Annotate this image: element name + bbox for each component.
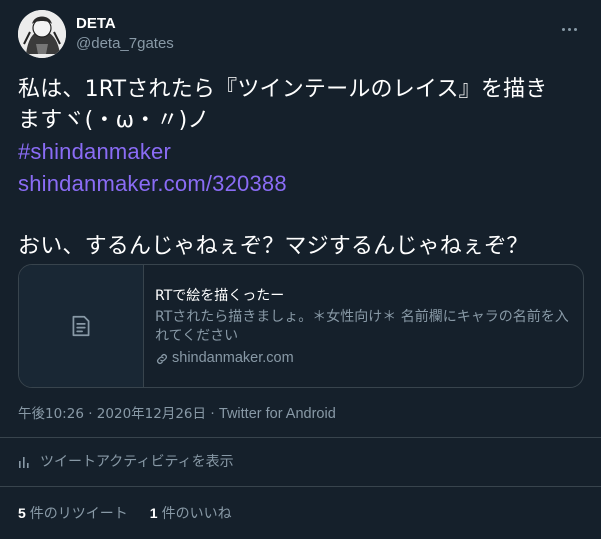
tweet-meta: 午後10:26 · 2020年12月26日 · Twitter for Andr…: [18, 404, 336, 424]
separator-dot: ·: [88, 406, 93, 422]
tweet-stats: 5 件のリツイート 1 件のいいね: [18, 503, 232, 524]
more-options-icon[interactable]: [560, 16, 582, 31]
divider: [0, 437, 601, 438]
tweet-text-line: ますヾ(・ω・〃)ノ: [18, 108, 210, 133]
avatar[interactable]: [18, 10, 66, 58]
analytics-icon: [19, 457, 29, 468]
hashtag-link[interactable]: #shindanmaker: [18, 139, 171, 164]
tweet-text-line: おい、するんじゃねぇぞ？マジするんじゃねぇぞ？: [18, 234, 529, 259]
author-display-name[interactable]: DETA: [76, 14, 174, 33]
tweet-time[interactable]: 午後10:26: [18, 406, 84, 422]
link-card[interactable]: RTで絵を描くったー RTされたら描きましょ。＊女性向け＊ 名前欄にキャラの名前…: [18, 264, 584, 388]
tweet-text: 私は、1RTされたら『ツインテールのレイス』を描き ますヾ(・ω・〃)ノ #sh…: [18, 74, 588, 262]
retweets-count: 5: [18, 505, 26, 521]
likes-label: 件のいいね: [161, 506, 232, 522]
tweet-activity-label: ツイートアクティビティを表示: [40, 454, 234, 470]
likes-count: 1: [149, 505, 158, 521]
retweets-stat[interactable]: 5 件のリツイート: [18, 503, 128, 524]
divider: [0, 486, 601, 487]
card-title: RTで絵を描くったー: [155, 288, 285, 304]
author-names: DETA @deta_7gates: [76, 14, 174, 54]
author-handle[interactable]: @deta_7gates: [76, 34, 174, 54]
tweet-header: DETA @deta_7gates: [18, 10, 588, 60]
tweet-date[interactable]: 2020年12月26日: [97, 406, 206, 422]
tweet-source[interactable]: Twitter for Android: [219, 406, 336, 422]
card-description: RTされたら描きましょ。＊女性向け＊ 名前欄にキャラの名前を入れてください: [155, 309, 569, 344]
document-icon: [72, 315, 90, 337]
separator-dot: ·: [210, 406, 215, 422]
link-icon: [157, 353, 167, 364]
retweets-label: 件のリツイート: [29, 506, 128, 522]
tweet-activity-button[interactable]: ツイートアクティビティを表示: [18, 452, 234, 472]
tweet-text-line: 私は、1RTされたら『ツインテールのレイス』を描き: [18, 77, 548, 102]
card-domain-text: shindanmaker.com: [172, 350, 294, 366]
tweet: DETA @deta_7gates 私は、1RTされたら『ツインテールのレイス』…: [0, 0, 601, 539]
card-domain: shindanmaker.com: [155, 349, 570, 368]
url-link[interactable]: shindanmaker.com/320388: [18, 171, 287, 196]
card-info: RTで絵を描くったー RTされたら描きましょ。＊女性向け＊ 名前欄にキャラの名前…: [155, 287, 570, 368]
card-thumbnail: [19, 265, 144, 387]
likes-stat[interactable]: 1 件のいいね: [150, 503, 232, 524]
